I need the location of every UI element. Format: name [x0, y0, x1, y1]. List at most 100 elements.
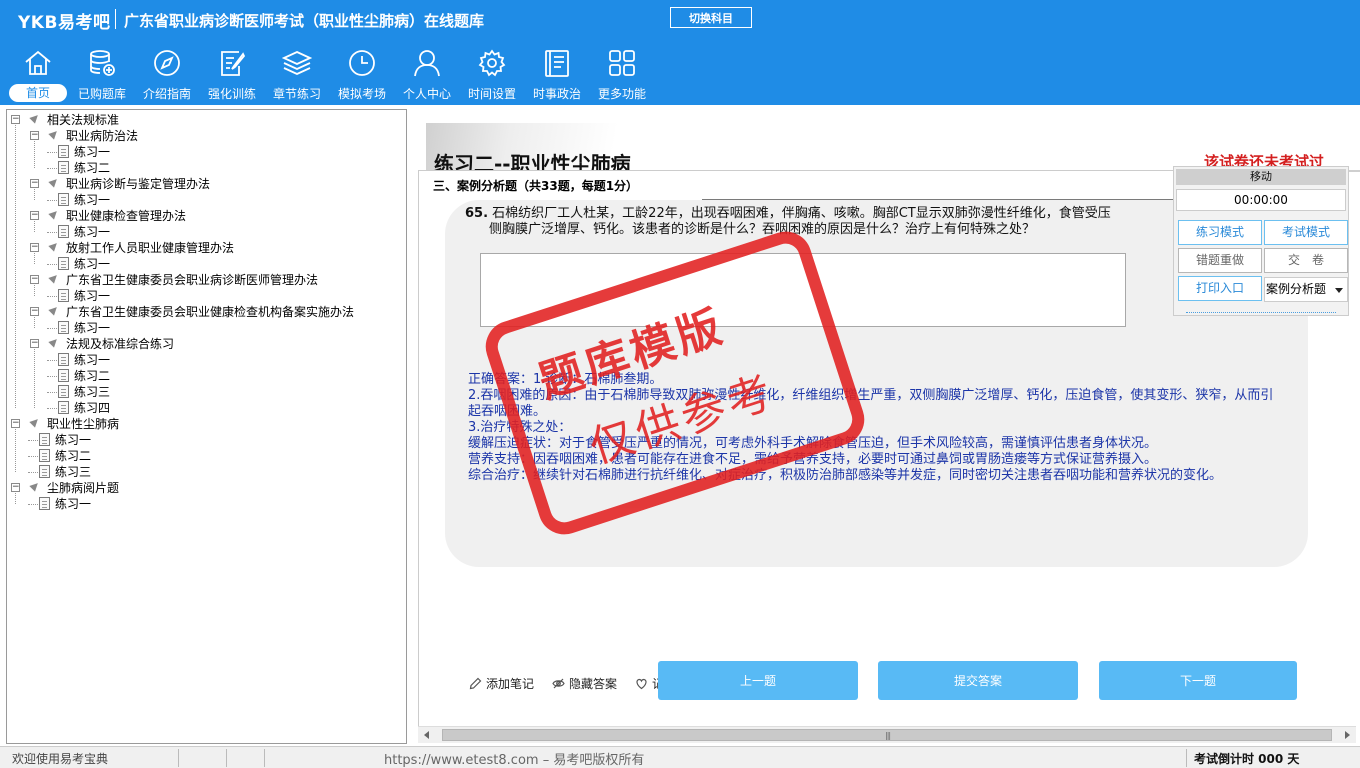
tree-leaf-item[interactable]: 练习一 [74, 224, 110, 240]
tree-connector [47, 376, 57, 377]
document-icon [39, 449, 50, 462]
tree-leaf-item[interactable]: 练习一 [74, 288, 110, 304]
tree-node-item[interactable]: 职业健康检查管理办法 [66, 208, 186, 224]
nav-time-settings[interactable]: 时间设置 [461, 48, 523, 103]
tree-node-item[interactable]: 放射工作人员职业健康管理办法 [66, 240, 234, 256]
document-icon [39, 465, 50, 478]
tree-node-item[interactable]: 相关法规标准 [47, 112, 119, 128]
tree-node-item[interactable]: 法规及标准综合练习 [66, 336, 174, 352]
tree-connector [47, 152, 57, 153]
tree-connector [47, 392, 57, 393]
tree-leaf-item[interactable]: 练习一 [74, 144, 110, 160]
horizontal-scrollbar[interactable]: ||| [418, 726, 1356, 743]
status-separator [226, 749, 227, 767]
switch-subject-button[interactable]: 切换科目 [670, 7, 752, 28]
question-line: 侧胸膜广泛增厚、钙化。该患者的诊断是什么？吞咽困难的原因是什么？治疗上有何特殊之… [489, 222, 1036, 237]
nav-training[interactable]: 强化训练 [201, 48, 263, 103]
subject-tree: − 相关法规标准 − 职业病防治法 练习一 练习二 − 职业病诊断与鉴定管理办法 练习一 − 职业健… [6, 109, 407, 744]
tree-connector [47, 360, 57, 361]
document-icon [58, 257, 69, 270]
tree-leaf-item[interactable]: 练习一 [55, 496, 91, 512]
answer-line: 正确答案：1.诊断：石棉肺叁期。 [468, 372, 663, 387]
folder-expanded-icon [48, 128, 60, 140]
tree-leaf-item[interactable]: 练习一 [74, 256, 110, 272]
tree-leaf-item[interactable]: 练习一 [74, 192, 110, 208]
scroll-right-arrow-icon[interactable] [1345, 731, 1350, 739]
tree-connector [47, 232, 57, 233]
folder-expanded-icon [29, 480, 41, 492]
nav-purchased[interactable]: 已购题库 [71, 48, 133, 103]
tree-node-item[interactable]: 尘肺病阅片题 [47, 480, 119, 496]
tree-node-item[interactable]: 职业性尘肺病 [47, 416, 119, 432]
panel-move-handle[interactable]: 移动 [1176, 169, 1346, 185]
tree-collapse-toggle[interactable]: − [30, 307, 39, 316]
nav-chapter[interactable]: 章节练习 [266, 48, 328, 103]
nav-label: 强化训练 [207, 87, 256, 101]
app-header: YKB易考吧 广东省职业病诊断医师考试（职业性尘肺病）在线题库 切换科目 首页 … [0, 0, 1360, 105]
tree-connector [15, 429, 16, 472]
nav-more[interactable]: 更多功能 [591, 48, 653, 103]
tree-leaf-item[interactable]: 练习三 [55, 464, 91, 480]
tree-collapse-toggle[interactable]: − [30, 339, 39, 348]
exam-mode-button[interactable]: 考试模式 [1264, 220, 1348, 245]
question-type-select[interactable]: 案例分析题 [1264, 277, 1348, 302]
hide-answer-button[interactable]: 隐藏答案 [552, 675, 617, 692]
tree-connector [34, 317, 35, 328]
nav-label: 模拟考场 [337, 87, 386, 101]
scroll-left-arrow-icon[interactable] [424, 731, 429, 739]
tree-leaf-item[interactable]: 练习二 [74, 368, 110, 384]
nav-label: 已购题库 [77, 87, 126, 101]
nav-label: 时事政治 [532, 87, 581, 101]
tree-collapse-toggle[interactable]: − [30, 179, 39, 188]
tree-connector [47, 296, 57, 297]
document-icon [58, 193, 69, 206]
tree-collapse-toggle[interactable]: − [11, 483, 20, 492]
hand-in-button[interactable]: 交 卷 [1264, 248, 1348, 273]
tree-leaf-item[interactable]: 练习四 [74, 400, 110, 416]
answer-input[interactable] [480, 253, 1126, 327]
nav-home[interactable]: 首页 [7, 48, 69, 103]
nav-personal[interactable]: 个人中心 [396, 48, 458, 103]
tree-collapse-toggle[interactable]: − [30, 243, 39, 252]
redo-wrong-button[interactable]: 错题重做 [1178, 248, 1262, 273]
nav-guide[interactable]: 介绍指南 [136, 48, 198, 103]
tree-node-item[interactable]: 职业病诊断与鉴定管理办法 [66, 176, 210, 192]
tree-leaf-item[interactable]: 练习三 [74, 384, 110, 400]
tree-collapse-toggle[interactable]: − [30, 131, 39, 140]
question-line: 石棉纺织厂工人杜某，工龄22年，出现吞咽困难，伴胸痛、咳嗽。胸部CT显示双肺弥漫… [492, 206, 1111, 221]
nav-label: 时间设置 [467, 87, 516, 101]
chevron-down-icon [1335, 288, 1343, 293]
add-note-label: 添加笔记 [486, 677, 535, 691]
document-icon [58, 401, 69, 414]
tree-collapse-toggle[interactable]: − [11, 419, 20, 428]
nav-label: 个人中心 [402, 87, 451, 101]
tree-node-item[interactable]: 职业病防治法 [66, 128, 138, 144]
tree-leaf-item[interactable]: 练习二 [74, 160, 110, 176]
tree-connector [34, 189, 35, 200]
folder-expanded-icon [48, 272, 60, 284]
tree-node-item[interactable]: 广东省卫生健康委员会职业病诊断医师管理办法 [66, 272, 318, 288]
next-question-button[interactable]: 下一题 [1099, 661, 1297, 700]
document-icon [58, 225, 69, 238]
heart-icon [636, 678, 647, 690]
scrollbar-thumb[interactable]: ||| [442, 729, 1332, 741]
question-text: 65. 石棉纺织厂工人杜某，工龄22年，出现吞咽困难，伴胸痛、咳嗽。胸部CT显示… [465, 206, 1185, 238]
nav-politics[interactable]: 时事政治 [526, 48, 588, 103]
tree-collapse-toggle[interactable]: − [11, 115, 20, 124]
tree-leaf-item[interactable]: 练习一 [74, 352, 110, 368]
tree-leaf-item[interactable]: 练习一 [74, 320, 110, 336]
nav-mock-exam[interactable]: 模拟考场 [331, 48, 393, 103]
tree-connector [15, 125, 16, 408]
tree-collapse-toggle[interactable]: − [30, 275, 39, 284]
tree-leaf-item[interactable]: 练习一 [55, 432, 91, 448]
add-note-button[interactable]: 添加笔记 [469, 675, 534, 692]
tree-node-item[interactable]: 广东省卫生健康委员会职业健康检查机构备案实施办法 [66, 304, 354, 320]
folder-expanded-icon [48, 336, 60, 348]
print-button[interactable]: 打印入口 [1178, 276, 1262, 301]
tree-collapse-toggle[interactable]: − [30, 211, 39, 220]
prev-question-button[interactable]: 上一题 [658, 661, 858, 700]
tree-leaf-item[interactable]: 练习二 [55, 448, 91, 464]
submit-answer-button[interactable]: 提交答案 [878, 661, 1078, 700]
practice-mode-button[interactable]: 练习模式 [1178, 220, 1262, 245]
eye-off-icon [552, 678, 565, 689]
